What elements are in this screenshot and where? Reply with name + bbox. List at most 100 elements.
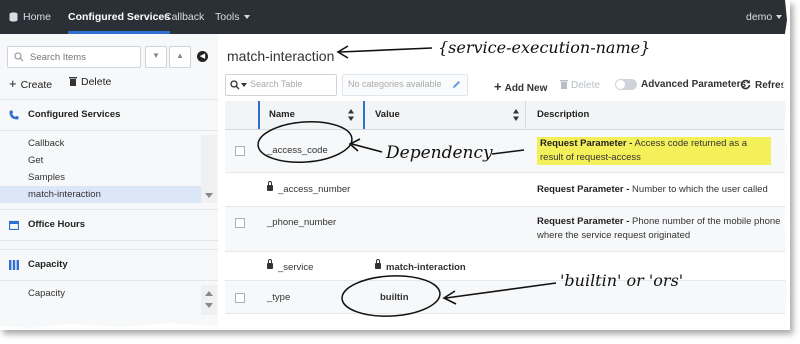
- sidebar-item-samples[interactable]: Samples: [0, 169, 201, 186]
- table-search[interactable]: Search Table: [225, 74, 337, 96]
- chevron-down-icon: ▼: [152, 51, 160, 60]
- collapse-sidebar-button[interactable]: ◀: [197, 51, 208, 62]
- screenshot-frame: Home Configured Services Callback Tools …: [0, 0, 790, 330]
- column-header-name[interactable]: Name: [269, 101, 295, 129]
- param-name: _service: [278, 262, 314, 273]
- section-office-hours[interactable]: Office Hours: [0, 209, 218, 241]
- table-row[interactable]: _access_code Request Parameter - Access …: [225, 130, 790, 173]
- sort-icon[interactable]: [348, 109, 354, 121]
- nav-configured-services-label: Configured Services: [68, 11, 171, 23]
- section-capacity[interactable]: Capacity: [0, 249, 218, 281]
- section-label: Configured Services: [28, 109, 121, 120]
- desc-text: Number to which the user called: [629, 184, 768, 195]
- refresh-icon: [740, 79, 751, 90]
- param-description: Request Parameter - Phone number of the …: [537, 215, 787, 243]
- sidebar-item-match-interaction[interactable]: match-interaction: [0, 186, 201, 203]
- top-navigation-bar: Home Configured Services Callback Tools …: [0, 0, 790, 34]
- sidebar-item-get[interactable]: Get: [0, 152, 201, 169]
- create-label: Create: [20, 79, 53, 91]
- sidebar-search[interactable]: [7, 46, 141, 68]
- param-name: _type: [267, 292, 291, 303]
- row-checkbox[interactable]: [235, 218, 245, 228]
- lock-icon: [375, 259, 381, 270]
- advanced-parameters-toggle[interactable]: [615, 79, 637, 90]
- param-value: match-interaction: [386, 262, 466, 273]
- chevron-down-icon: [243, 15, 250, 20]
- columns-icon: [9, 260, 19, 270]
- plus-icon: +: [9, 76, 17, 91]
- delete-label: Delete: [81, 76, 112, 88]
- scroll-up-icon[interactable]: [205, 291, 213, 296]
- sidebar-item-capacity[interactable]: Capacity: [0, 285, 201, 302]
- delete-item-button[interactable]: Delete: [69, 76, 111, 88]
- column-divider: [525, 101, 526, 129]
- table-row[interactable]: _type builtin: [225, 281, 790, 314]
- plus-icon: +: [494, 79, 502, 94]
- category-placeholder: No categories available: [348, 79, 442, 89]
- add-new-label: Add New: [504, 83, 548, 94]
- table-row[interactable]: _phone_number Request Parameter - Phone …: [225, 207, 790, 252]
- sidebar-search-input[interactable]: [28, 49, 140, 65]
- param-name: _access_number: [278, 184, 351, 195]
- nav-configured-services[interactable]: Configured Services: [68, 0, 171, 34]
- annotation-type: 'builtin' or 'ors': [560, 271, 684, 290]
- param-description: Request Parameter - Number to which the …: [537, 183, 787, 197]
- param-name-cell: _access_number: [267, 181, 351, 195]
- column-header-value[interactable]: Value: [375, 101, 400, 129]
- phone-icon: [9, 110, 19, 120]
- table-row[interactable]: _service match-interaction: [225, 252, 790, 281]
- param-name: _access_code: [267, 145, 328, 156]
- lock-icon: [267, 181, 273, 192]
- caret-down-icon: [241, 83, 247, 87]
- column-header-description[interactable]: Description: [537, 101, 589, 129]
- search-icon: [230, 80, 240, 90]
- annotation-dependency: Dependency: [386, 143, 493, 163]
- main-panel: match-interaction Search Table No catego…: [218, 34, 790, 330]
- category-filter[interactable]: No categories available: [342, 74, 468, 96]
- sidebar-scrollbar[interactable]: [201, 135, 217, 203]
- desc-prefix: Request Parameter -: [537, 216, 630, 227]
- sidebar: ▼ ▲ ◀ +Create Delete Configured Services…: [0, 34, 219, 330]
- table-header: Name Value Description: [225, 101, 790, 130]
- nav-tools[interactable]: Tools: [215, 0, 250, 34]
- column-resize-handle[interactable]: [363, 101, 365, 129]
- expand-down-button[interactable]: ▼: [145, 46, 167, 68]
- nav-user-menu[interactable]: demo: [746, 0, 783, 34]
- scroll-down-icon[interactable]: [205, 193, 213, 198]
- column-resize-handle[interactable]: [258, 101, 260, 129]
- annotation-service-execution-name: {service-execution-name}: [438, 38, 651, 57]
- add-new-button[interactable]: + Add New: [494, 79, 547, 94]
- pencil-icon[interactable]: [452, 80, 461, 89]
- section-configured-services[interactable]: Configured Services: [0, 99, 218, 131]
- param-value: builtin: [380, 292, 409, 303]
- page-title: match-interaction: [227, 48, 335, 64]
- row-checkbox[interactable]: [235, 293, 245, 303]
- nav-user-label: demo: [746, 11, 773, 23]
- nav-tools-label: Tools: [215, 11, 240, 23]
- desc-prefix: Request Parameter -: [540, 138, 633, 149]
- trash-icon: [560, 80, 568, 89]
- param-name-cell: _service: [267, 259, 314, 273]
- param-description: Request Parameter - Access code returned…: [537, 137, 771, 165]
- search-icon: [14, 52, 24, 62]
- param-value-cell: match-interaction: [375, 259, 466, 273]
- delete-row-button[interactable]: Delete: [560, 79, 600, 91]
- collapse-up-button[interactable]: ▲: [169, 46, 191, 68]
- table-row[interactable]: _access_number Request Parameter - Numbe…: [225, 173, 790, 207]
- nav-home[interactable]: Home: [9, 0, 51, 34]
- nav-callback[interactable]: Callback: [164, 0, 204, 34]
- sidebar-item-callback[interactable]: Callback: [0, 135, 201, 152]
- row-checkbox[interactable]: [235, 146, 245, 156]
- desc-prefix: Request Parameter -: [537, 184, 630, 195]
- create-button[interactable]: + Create: [9, 76, 52, 91]
- sort-icon[interactable]: [513, 109, 519, 121]
- torn-edge-bottom: [0, 323, 790, 330]
- arrow-left-icon: ◀: [199, 53, 206, 60]
- calendar-icon: [9, 220, 19, 230]
- capacity-scrollbar[interactable]: [201, 285, 217, 315]
- advanced-parameters-label: Advanced Parameters: [641, 79, 747, 90]
- chevron-up-icon: ▲: [176, 51, 184, 60]
- lock-icon: [267, 259, 273, 270]
- scroll-down-icon[interactable]: [205, 303, 213, 308]
- table-search-placeholder: Search Table: [250, 79, 303, 89]
